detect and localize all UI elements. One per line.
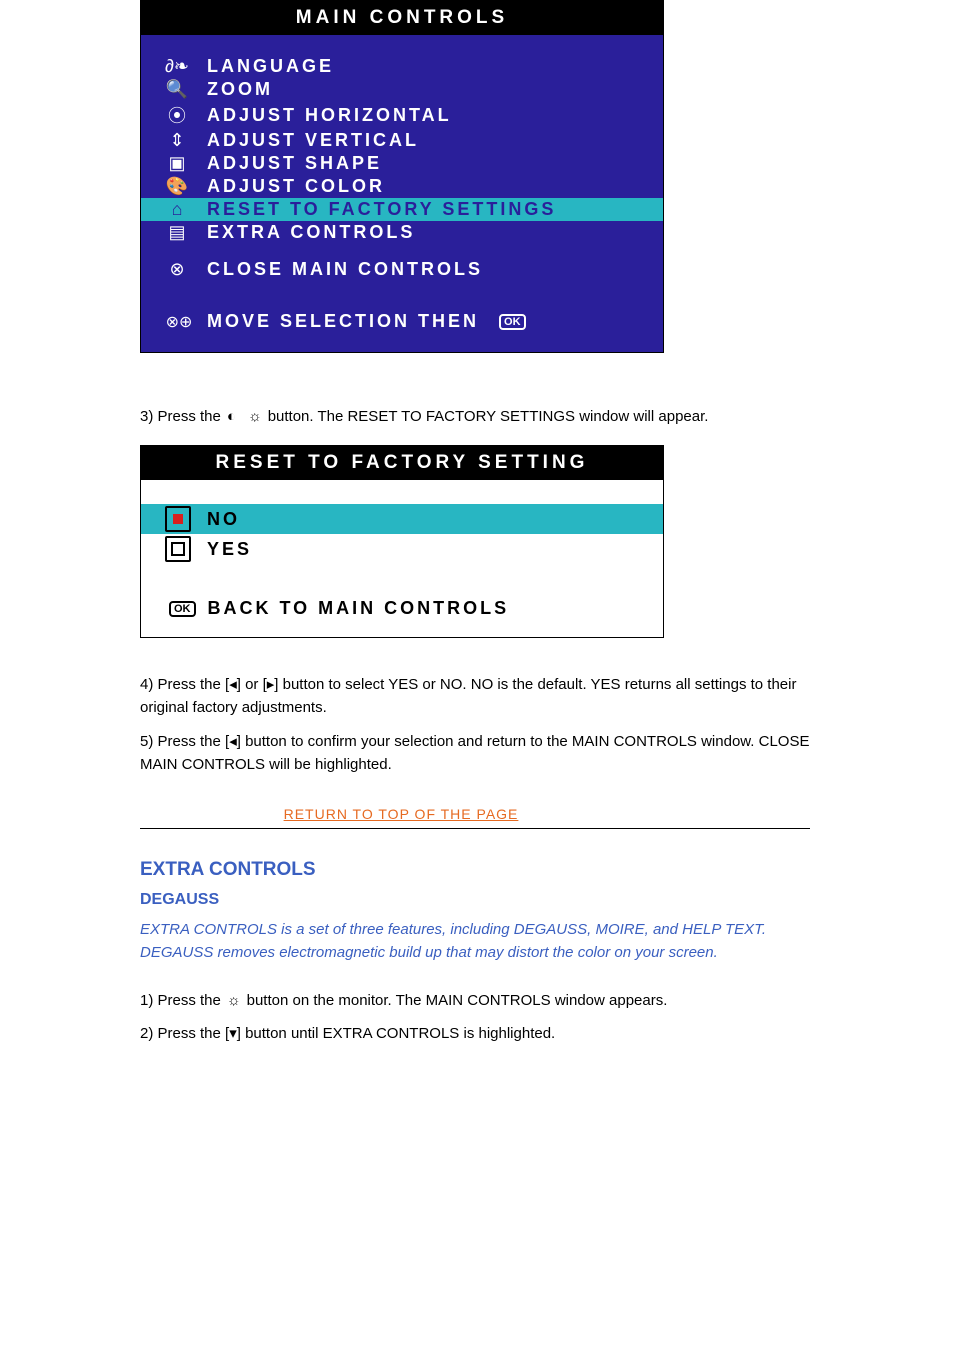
ok-icon: OK [169, 601, 196, 617]
adjust-color-icon: 🎨 [159, 176, 195, 197]
arrow-up-down-icon: ⊗⊕ [159, 312, 199, 332]
menu-item-close[interactable]: ⊗ CLOSE MAIN CONTROLS [141, 258, 663, 281]
menu-item-label: ADJUST HORIZONTAL [195, 105, 452, 126]
menu-item-label: ZOOM [195, 79, 273, 100]
zoom-icon: 🔍 [159, 79, 195, 100]
menu-item-adjust-vertical[interactable]: ⇕ ADJUST VERTICAL [141, 129, 663, 152]
menu-item-label: LANGUAGE [195, 56, 334, 77]
stop-filled-icon [165, 506, 191, 532]
menu-item-adjust-shape[interactable]: ▣ ADJUST SHAPE [141, 152, 663, 175]
brightness-icon: ☼ [221, 984, 247, 1017]
menu-item-label: ADJUST VERTICAL [195, 130, 419, 151]
menu-item-label: EXTRA CONTROLS [195, 222, 415, 243]
section-divider [140, 828, 810, 829]
main-controls-panel: MAIN CONTROLS ∂❧ LANGUAGE 🔍 ZOOM ⦿ ADJUS… [140, 0, 664, 353]
menu-item-reset-factory[interactable]: ⌂ RESET TO FACTORY SETTINGS [141, 198, 663, 221]
return-to-top-link[interactable]: RETURN TO TOP OF THE PAGE [140, 806, 662, 822]
main-controls-body: ∂❧ LANGUAGE 🔍 ZOOM ⦿ ADJUST HORIZONTAL ⇕… [141, 35, 663, 352]
footer-back-label: BACK TO MAIN CONTROLS [208, 598, 510, 619]
adjust-horizontal-icon: ⦿ [159, 102, 195, 128]
stop-hollow-icon [165, 536, 191, 562]
menu-item-language[interactable]: ∂❧ LANGUAGE [141, 55, 663, 78]
reset-confirm-panel: RESET TO FACTORY SETTING NO YES OK BACK … [140, 445, 664, 638]
brightness-icon: ☼ [242, 408, 268, 425]
main-controls-footer: ⊗⊕ MOVE SELECTION THEN OK [141, 297, 663, 340]
option-label: NO [191, 509, 240, 530]
menu-item-label: ADJUST COLOR [195, 176, 385, 197]
footer-hint-label: MOVE SELECTION THEN [199, 311, 479, 332]
ok-icon: OK [499, 314, 526, 330]
close-icon: ⊗ [159, 259, 195, 280]
option-no[interactable]: NO [141, 504, 663, 534]
reset-factory-icon: ⌂ [159, 199, 195, 220]
instruction-step-3: 3) Press the ◐ ☼ button. The RESET TO FA… [140, 408, 810, 425]
reset-confirm-footer: OK BACK TO MAIN CONTROLS [141, 564, 663, 637]
language-icon: ∂❧ [159, 56, 195, 77]
extra-controls-icon: ▤ [159, 222, 195, 243]
option-label: YES [191, 539, 252, 560]
main-controls-title: MAIN CONTROLS [141, 1, 663, 35]
instruction-step-4: 4) Press the [◂] or [▸] button to select… [140, 674, 810, 719]
menu-item-extra-controls[interactable]: ▤ EXTRA CONTROLS [141, 221, 663, 244]
reset-confirm-title: RESET TO FACTORY SETTING [141, 446, 663, 480]
extra-step-1: 1) Press the ☼ button on the monitor. Th… [140, 984, 810, 1017]
reset-confirm-body: NO YES OK BACK TO MAIN CONTROLS [141, 480, 663, 637]
menu-item-label: RESET TO FACTORY SETTINGS [195, 199, 556, 220]
degauss-subheading: DEGAUSS [140, 891, 810, 909]
menu-item-label: CLOSE MAIN CONTROLS [195, 259, 483, 280]
adjust-shape-icon: ▣ [159, 153, 195, 174]
extra-step-2: 2) Press the [▾] button until EXTRA CONT… [140, 1017, 810, 1050]
instruction-step-5: 5) Press the [◂] button to confirm your … [140, 731, 810, 776]
contrast-icon: ◐ [221, 408, 242, 425]
adjust-vertical-icon: ⇕ [159, 130, 195, 151]
menu-item-adjust-horizontal[interactable]: ⦿ ADJUST HORIZONTAL [141, 101, 663, 129]
menu-item-adjust-color[interactable]: 🎨 ADJUST COLOR [141, 175, 663, 198]
extra-controls-intro: EXTRA CONTROLS is a set of three feature… [140, 919, 810, 964]
extra-controls-heading: EXTRA CONTROLS [140, 859, 810, 881]
menu-item-label: ADJUST SHAPE [195, 153, 382, 174]
menu-item-zoom[interactable]: 🔍 ZOOM [141, 78, 663, 101]
option-yes[interactable]: YES [141, 534, 663, 564]
